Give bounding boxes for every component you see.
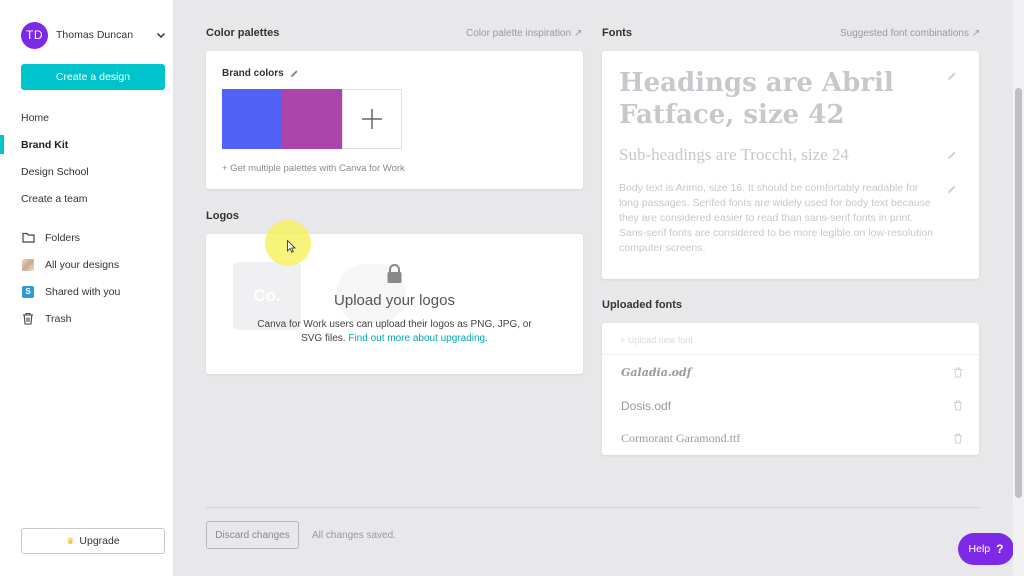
add-color-button[interactable] xyxy=(342,89,402,149)
edit-pencil-icon[interactable] xyxy=(290,69,299,78)
shared-icon: S xyxy=(21,285,35,299)
uploaded-font-item: Galadia.odf xyxy=(602,356,979,389)
crown-icon: ♛ xyxy=(66,535,75,546)
logos-title: Logos xyxy=(206,210,239,222)
nav-item-design-school[interactable]: Design School xyxy=(0,158,174,185)
mouse-cursor-icon xyxy=(287,240,296,253)
main-nav: Home Brand Kit Design School Create a te… xyxy=(0,104,174,212)
shared-icon-letter: S xyxy=(22,285,34,298)
upload-logos-title: Upload your logos xyxy=(334,292,455,309)
uploaded-font-item: Dosis.odf xyxy=(602,389,979,422)
plus-icon xyxy=(362,109,382,129)
scrollbar-thumb[interactable] xyxy=(1015,88,1022,498)
color-swatch-purple[interactable] xyxy=(282,89,342,149)
color-palettes-card: Brand colors + Get multiple palettes wit… xyxy=(206,51,583,189)
multiple-palettes-note[interactable]: + Get multiple palettes with Canva for W… xyxy=(222,163,405,174)
help-button[interactable]: Help ? xyxy=(958,533,1014,565)
uploaded-fonts-card: + Upload new font Galadia.odf Dosis.odf … xyxy=(602,323,979,455)
logos-card[interactable]: Co. Upload your logos Canva for Work use… xyxy=(206,234,583,374)
subheading-font-sample[interactable]: Sub-headings are Trocchi, size 24 xyxy=(619,145,849,165)
trash-icon xyxy=(21,312,35,326)
folder-icon xyxy=(21,231,35,245)
color-swatch-blue[interactable] xyxy=(222,89,282,149)
logo-upload-area[interactable]: Co. Upload your logos Canva for Work use… xyxy=(206,234,583,374)
edit-heading-font-icon[interactable] xyxy=(947,71,957,81)
nav-item-label: Trash xyxy=(45,312,72,325)
folders-nav: Folders All your designs S Shared with y… xyxy=(0,224,174,332)
create-design-button[interactable]: Create a design xyxy=(21,64,165,90)
nav-item-create-team[interactable]: Create a team xyxy=(0,185,174,212)
chevron-down-icon xyxy=(156,32,166,39)
nav-item-all-designs[interactable]: All your designs xyxy=(0,251,174,278)
upgrade-label: Upgrade xyxy=(79,535,120,547)
help-label: Help xyxy=(968,543,991,555)
nav-item-label: All your designs xyxy=(45,258,120,271)
delete-font-icon[interactable] xyxy=(953,400,963,411)
font-name: Dosis.odf xyxy=(621,398,672,413)
font-name: Cormorant Garamond.ttf xyxy=(621,431,741,445)
save-status: All changes saved. xyxy=(312,530,396,541)
nav-item-label: Brand Kit xyxy=(21,138,69,151)
user-name: Thomas Duncan xyxy=(56,29,134,41)
body-font-sample[interactable]: Body text is Arimo, size 16. It should b… xyxy=(619,181,939,256)
upgrade-info-link[interactable]: Find out more about upgrading. xyxy=(348,333,488,344)
upload-logos-description: Canva for Work users can upload their lo… xyxy=(246,318,543,345)
font-name: Galadia.odf xyxy=(621,366,692,379)
nav-item-label: Create a team xyxy=(21,192,88,205)
color-palette-inspiration-link[interactable]: Color palette inspiration ↗ xyxy=(466,28,582,39)
sidebar: TD Thomas Duncan Create a design Home Br… xyxy=(0,0,174,576)
nav-item-trash[interactable]: Trash xyxy=(0,305,174,332)
nav-item-home[interactable]: Home xyxy=(0,104,174,131)
uploaded-font-item: Cormorant Garamond.ttf xyxy=(602,422,979,455)
nav-item-shared[interactable]: S Shared with you xyxy=(0,278,174,305)
brand-colors-title: Brand colors xyxy=(222,68,299,79)
nav-item-label: Home xyxy=(21,111,50,124)
user-menu[interactable]: TD Thomas Duncan xyxy=(21,21,166,49)
footer-divider xyxy=(206,507,979,508)
designs-thumb-icon xyxy=(21,258,35,272)
question-icon: ? xyxy=(996,542,1004,556)
fonts-card: Headings are Abril Fatface, size 42 Sub-… xyxy=(602,51,979,279)
edit-body-font-icon[interactable] xyxy=(947,184,957,194)
color-palettes-title: Color palettes xyxy=(206,27,280,39)
discard-changes-button[interactable]: Discard changes xyxy=(206,521,299,549)
upload-new-font-row[interactable]: + Upload new font xyxy=(602,323,979,355)
edit-subheading-font-icon[interactable] xyxy=(947,150,957,160)
brand-color-swatches xyxy=(222,89,402,149)
brand-colors-label: Brand colors xyxy=(222,68,284,79)
nav-item-folders[interactable]: Folders xyxy=(0,224,174,251)
upload-new-font-link[interactable]: + Upload new font xyxy=(620,335,693,345)
uploaded-fonts-title: Uploaded fonts xyxy=(602,299,683,311)
nav-item-label: Folders xyxy=(45,231,81,244)
suggested-font-combinations-link[interactable]: Suggested font combinations ↗ xyxy=(840,28,980,39)
nav-item-brand-kit[interactable]: Brand Kit xyxy=(0,131,174,158)
heading-font-sample[interactable]: Headings are Abril Fatface, size 42 xyxy=(619,67,919,131)
nav-item-label: Shared with you xyxy=(45,285,121,298)
delete-font-icon[interactable] xyxy=(953,367,963,378)
fonts-title: Fonts xyxy=(602,27,632,39)
delete-font-icon[interactable] xyxy=(953,433,963,444)
lock-icon xyxy=(387,264,402,283)
upgrade-button[interactable]: ♛ Upgrade xyxy=(21,528,165,554)
nav-item-label: Design School xyxy=(21,165,89,178)
avatar: TD xyxy=(21,21,48,49)
